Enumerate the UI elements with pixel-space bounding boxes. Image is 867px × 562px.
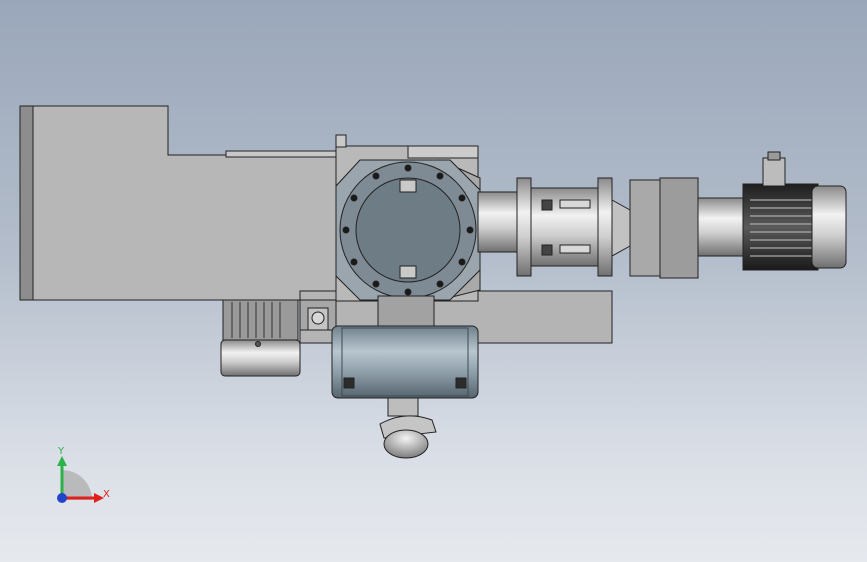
axis-triad: Y X	[57, 446, 110, 503]
y-axis-label: Y	[57, 446, 65, 457]
cad-viewport[interactable]: Y X	[0, 0, 867, 562]
shaft-assembly	[477, 177, 631, 277]
round-flange	[335, 159, 481, 301]
left-housing	[19, 105, 339, 301]
x-axis-label: X	[103, 489, 110, 500]
bottom-valve	[379, 397, 437, 459]
origin-sphere	[57, 493, 67, 503]
y-axis-arrow	[57, 456, 67, 466]
main-motor	[629, 151, 847, 279]
